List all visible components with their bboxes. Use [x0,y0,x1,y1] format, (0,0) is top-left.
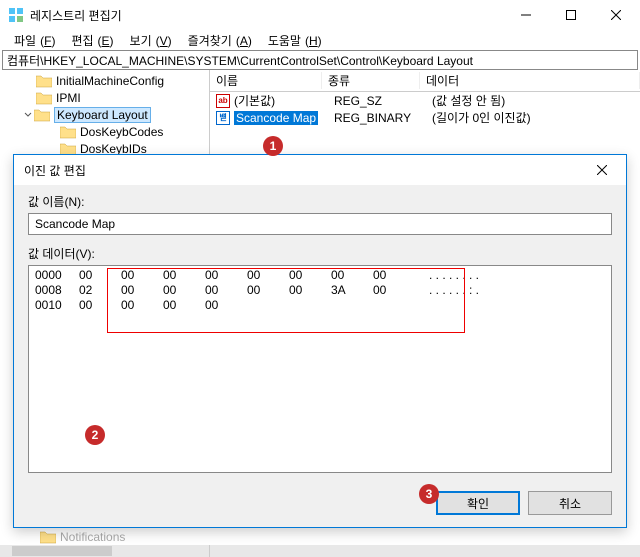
list-row[interactable]: ab (기본값) REG_SZ (값 설정 안 됨) [210,92,640,109]
menu-file[interactable]: 파일(F) [6,32,59,49]
tree-item-selected[interactable]: Keyboard Layout [0,106,209,123]
hex-editor[interactable]: 0000 0000000000000000 . . . . . . . . 00… [28,265,612,473]
hex-ascii: . . . . . . . . [429,268,605,283]
address-bar[interactable]: 컴퓨터\HKEY_LOCAL_MACHINE\SYSTEM\CurrentCon… [2,50,638,70]
list-row-selected[interactable]: 뱯 Scancode Map REG_BINARY (길이가 0인 이진값) [210,109,640,126]
folder-icon [36,74,52,88]
hex-ascii: . . . . . . : . [429,283,605,298]
value-data: (값 설정 안 됨) [426,92,640,109]
hex-row: 0010 00000000 [35,298,605,313]
value-name-label: 값 이름(N): [28,193,612,210]
tree-label: DosKeybCodes [80,125,163,139]
menu-edit[interactable]: 편집(E) [63,32,117,49]
annotation-badge-2: 2 [85,425,105,445]
close-button[interactable] [593,0,638,30]
hex-row: 0000 0000000000000000 . . . . . . . . [35,268,605,283]
string-value-icon: ab [216,94,230,108]
maximize-button[interactable] [548,0,593,30]
value-data: (길이가 0인 이진값) [426,109,640,126]
window-titlebar: 레지스트리 편집기 [0,0,640,30]
menu-favorites[interactable]: 즐겨찾기(A) [180,32,256,49]
dialog-close-button[interactable] [579,155,624,185]
tree-item[interactable]: IPMI [0,89,209,106]
menu-view[interactable]: 보기(V) [122,32,176,49]
hex-offset: 0000 [35,268,79,283]
value-type: REG_BINARY [328,111,426,125]
menubar: 파일(F) 편집(E) 보기(V) 즐겨찾기(A) 도움말(H) [0,30,640,50]
col-name[interactable]: 이름 [210,72,322,89]
folder-icon [60,125,76,139]
tree-item[interactable]: InitialMachineConfig [0,72,209,89]
chevron-down-icon[interactable] [22,111,34,119]
dialog-titlebar: 이진 값 편집 [14,155,626,185]
hex-ascii [429,298,605,313]
value-name: (기본값) [234,92,275,109]
tree-item-partial: Notifications [0,528,640,545]
value-name-input[interactable] [28,213,612,235]
value-type: REG_SZ [328,94,426,108]
hex-bytes[interactable]: 00000000 [79,298,429,313]
col-type[interactable]: 종류 [322,72,420,89]
edit-binary-dialog: 이진 값 편집 값 이름(N): 값 데이터(V): 0000 00000000… [13,154,627,528]
folder-icon [40,530,56,544]
hex-row: 0008 0200000000003A00 . . . . . . : . [35,283,605,298]
binary-value-icon: 뱯 [216,111,230,125]
dialog-title: 이진 값 편집 [24,162,579,179]
col-data[interactable]: 데이터 [420,72,640,89]
annotation-badge-1: 1 [263,136,283,156]
window-title: 레지스트리 편집기 [30,7,503,24]
cancel-button[interactable]: 취소 [528,491,612,515]
app-icon [8,7,24,23]
ok-button[interactable]: 확인 [436,491,520,515]
hex-offset: 0008 [35,283,79,298]
tree-label: IPMI [56,91,81,105]
annotation-badge-3: 3 [419,484,439,504]
folder-icon [36,91,52,105]
scrollbar-thumb[interactable] [12,546,112,556]
tree-label: Keyboard Layout [54,107,151,123]
value-name: Scancode Map [234,111,318,125]
horizontal-scrollbar[interactable] [0,545,640,557]
hex-offset: 0010 [35,298,79,313]
value-data-label: 값 데이터(V): [28,245,612,262]
tree-item[interactable]: DosKeybCodes [0,123,209,140]
folder-icon [34,108,50,122]
hex-bytes[interactable]: 0000000000000000 [79,268,429,283]
tree-label: InitialMachineConfig [56,74,164,88]
list-header: 이름 종류 데이터 [210,70,640,92]
minimize-button[interactable] [503,0,548,30]
hex-bytes[interactable]: 0200000000003A00 [79,283,429,298]
menu-help[interactable]: 도움말(H) [260,32,326,49]
